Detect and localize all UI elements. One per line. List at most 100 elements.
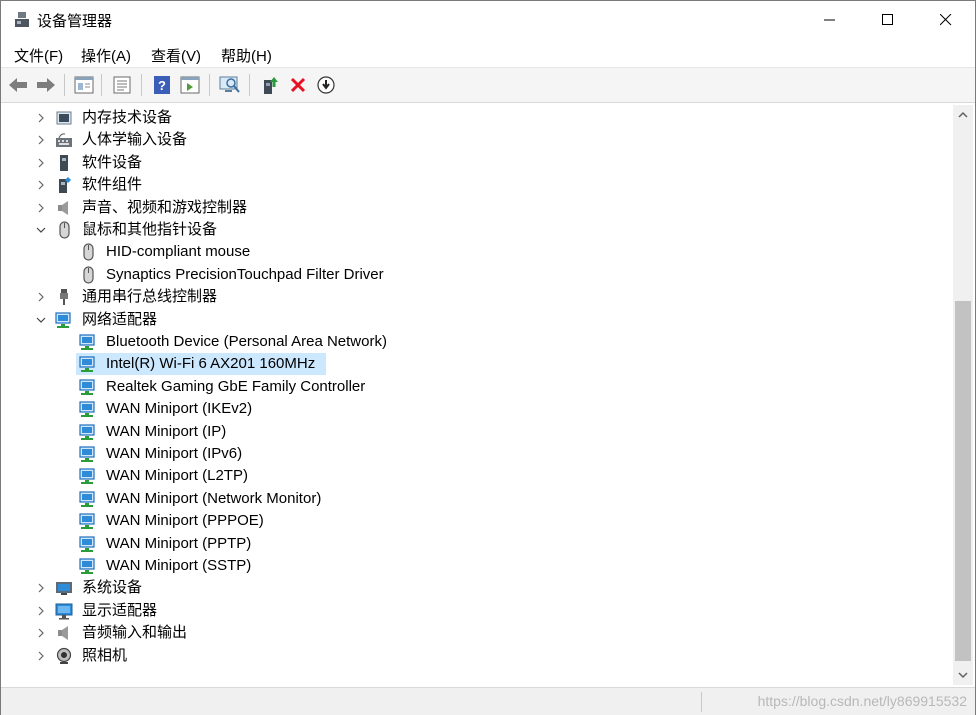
network-icon <box>55 312 71 328</box>
chevron-right-icon[interactable] <box>35 179 47 191</box>
tree-device-node[interactable]: WAN Miniport (IPv6) <box>5 443 945 465</box>
list-button[interactable] <box>111 74 133 96</box>
tree-category-node[interactable]: 鼠标和其他指针设备 <box>5 219 945 241</box>
tree-device-node[interactable]: WAN Miniport (PPTP) <box>5 533 945 555</box>
tree-node-label: WAN Miniport (IKEv2) <box>106 400 253 417</box>
back-icon <box>9 78 27 92</box>
camera-icon <box>56 647 72 664</box>
back-button[interactable] <box>7 74 29 96</box>
tree-category-node[interactable]: 软件设备 <box>5 152 945 174</box>
tree-node-label: 软件组件 <box>82 176 143 193</box>
tree-node-label: 鼠标和其他指针设备 <box>82 221 218 238</box>
update-driver-icon <box>264 77 278 94</box>
forward-button[interactable] <box>35 74 57 96</box>
tree-node-label: 照相机 <box>82 647 128 664</box>
show-hidden-icon <box>180 76 200 94</box>
properties-button[interactable] <box>73 74 95 96</box>
tree-device-node[interactable]: WAN Miniport (SSTP) <box>5 555 945 577</box>
tree-category-node[interactable]: 声音、视频和游戏控制器 <box>5 197 945 219</box>
maximize-button[interactable] <box>859 1 917 39</box>
update-driver-button[interactable] <box>259 74 281 96</box>
chevron-right-icon[interactable] <box>35 202 47 214</box>
device-manager-window: 设备管理器 文件(F) 操作(A) 查看(V) 帮助(H) ? 内存技术设备 人… <box>0 0 976 715</box>
tree-device-node[interactable]: Bluetooth Device (Personal Area Network) <box>5 331 945 353</box>
tree-device-node[interactable]: WAN Miniport (L2TP) <box>5 465 945 487</box>
tree-node-label: 网络适配器 <box>82 311 158 328</box>
disable-icon <box>317 76 335 94</box>
chevron-down-icon[interactable] <box>35 314 47 326</box>
chevron-right-icon[interactable] <box>35 134 47 146</box>
menu-help[interactable]: 帮助(H) <box>221 45 272 66</box>
tree-category-node[interactable]: 网络适配器 <box>5 309 945 331</box>
menu-file[interactable]: 文件(F) <box>14 45 63 66</box>
menu-view[interactable]: 查看(V) <box>151 45 201 66</box>
help-icon: ? <box>154 76 170 94</box>
network-icon <box>79 356 95 372</box>
tree-device-node[interactable]: WAN Miniport (IKEv2) <box>5 398 945 420</box>
tree-category-node[interactable]: 通用串行总线控制器 <box>5 286 945 308</box>
speaker-icon <box>58 201 68 215</box>
tree-category-node[interactable]: 音频输入和输出 <box>5 622 945 644</box>
tree-device-node[interactable]: WAN Miniport (IP) <box>5 421 945 443</box>
tree-category-node[interactable]: 软件组件 <box>5 174 945 196</box>
tree-node-label: WAN Miniport (PPPOE) <box>106 512 264 529</box>
tree-device-node[interactable]: Realtek Gaming GbE Family Controller <box>5 376 945 398</box>
chevron-right-icon[interactable] <box>35 582 47 594</box>
hid-icon <box>56 133 72 147</box>
toolbar-separator <box>101 74 102 96</box>
vertical-scrollbar[interactable] <box>953 105 973 685</box>
scrollbar-thumb[interactable] <box>955 301 971 661</box>
network-icon <box>79 536 95 552</box>
system-icon <box>56 582 72 595</box>
tree-device-node[interactable]: Synaptics PrecisionTouchpad Filter Drive… <box>5 264 945 286</box>
chevron-right-icon[interactable] <box>35 291 47 303</box>
tree-category-node[interactable]: 人体学输入设备 <box>5 129 945 151</box>
tree-device-node[interactable]: WAN Miniport (PPPOE) <box>5 510 945 532</box>
tree-node-label: WAN Miniport (Network Monitor) <box>106 490 322 507</box>
tree-category-node[interactable]: 照相机 <box>5 645 945 667</box>
tree-node-label: Realtek Gaming GbE Family Controller <box>106 378 366 395</box>
scan-hardware-button[interactable] <box>219 74 241 96</box>
tree-device-node[interactable]: WAN Miniport (Network Monitor) <box>5 488 945 510</box>
menu-action[interactable]: 操作(A) <box>81 45 131 66</box>
help-button[interactable]: ? <box>151 74 173 96</box>
tree-node-label: WAN Miniport (SSTP) <box>106 557 252 574</box>
software-device-icon <box>60 155 68 171</box>
chevron-right-icon[interactable] <box>35 627 47 639</box>
close-button[interactable] <box>917 1 975 39</box>
tree-node-label: 系统设备 <box>82 579 143 596</box>
chevron-right-icon[interactable] <box>35 650 47 662</box>
tree-node-label: WAN Miniport (IPv6) <box>106 445 243 462</box>
tree-node-label: 软件设备 <box>82 154 143 171</box>
tree-node-label: Intel(R) Wi-Fi 6 AX201 160MHz <box>106 355 316 372</box>
status-bar: https://blog.csdn.net/ly869915532 <box>1 687 975 715</box>
tree-device-node[interactable]: HID-compliant mouse <box>5 241 945 263</box>
chevron-right-icon[interactable] <box>35 605 47 617</box>
tree-node-label: 声音、视频和游戏控制器 <box>82 199 248 216</box>
tree-node-label: 通用串行总线控制器 <box>82 288 218 305</box>
list-icon <box>113 76 131 94</box>
scroll-up-icon[interactable] <box>957 109 969 121</box>
software-component-icon <box>59 177 71 193</box>
chevron-right-icon[interactable] <box>35 112 47 124</box>
tree-category-node[interactable]: 系统设备 <box>5 577 945 599</box>
device-manager-app-icon <box>15 12 29 27</box>
show-hidden-button[interactable] <box>179 74 201 96</box>
tree-device-node[interactable]: Intel(R) Wi-Fi 6 AX201 160MHz <box>5 353 945 375</box>
chevron-right-icon[interactable] <box>35 157 47 169</box>
speaker-icon <box>58 626 68 640</box>
scroll-down-icon[interactable] <box>957 669 969 681</box>
toolbar-separator <box>64 74 65 96</box>
disable-button[interactable] <box>315 74 337 96</box>
tree-category-node[interactable]: 显示适配器 <box>5 600 945 622</box>
tree-category-node[interactable]: 内存技术设备 <box>5 107 945 129</box>
window-title: 设备管理器 <box>37 13 113 30</box>
maximize-icon <box>882 14 893 25</box>
uninstall-button[interactable] <box>287 74 309 96</box>
tree-node-label: HID-compliant mouse <box>106 243 251 260</box>
toolbar-separator <box>209 74 210 96</box>
toolbar-separator <box>141 74 142 96</box>
chevron-down-icon[interactable] <box>35 224 47 236</box>
minimize-button[interactable] <box>801 1 859 39</box>
menu-bar: 文件(F) 操作(A) 查看(V) 帮助(H) <box>1 39 975 67</box>
